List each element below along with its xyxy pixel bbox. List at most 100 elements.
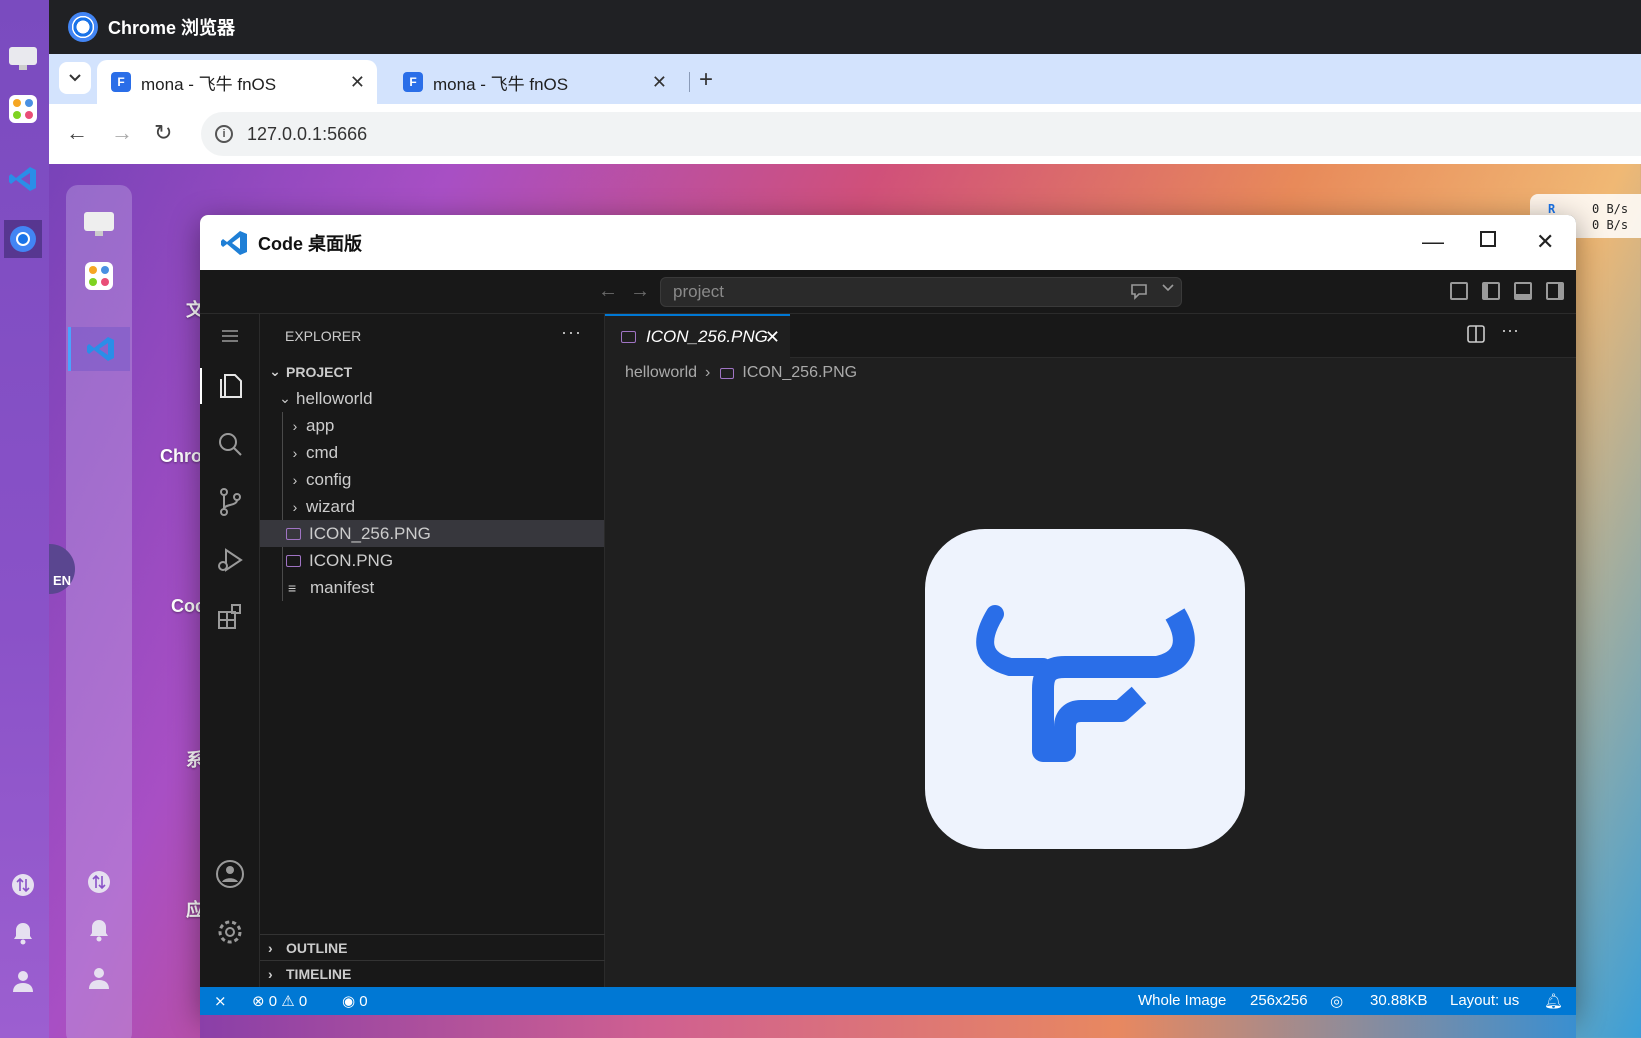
tab-strip: F mona - 飞牛 fnOS ✕ F mona - 飞牛 fnOS ✕ +	[49, 54, 1641, 104]
chrome-icon[interactable]	[4, 220, 42, 258]
url-text[interactable]: 127.0.0.1:5666	[247, 124, 367, 145]
reload-button[interactable]: ↻	[154, 120, 172, 146]
command-bar: ← → project	[200, 270, 1576, 314]
file-label: ICON_256.PNG	[309, 523, 431, 543]
split-editor-icon[interactable]	[1467, 325, 1485, 348]
fnos-bull-logo-icon	[976, 605, 1195, 762]
image-file-icon	[720, 367, 735, 379]
vscode-dock-icon[interactable]	[68, 327, 130, 371]
editor-tab-icon-256[interactable]: ICON_256.PNG ✕	[605, 314, 790, 358]
vscode-icon[interactable]	[4, 160, 42, 198]
close-icon[interactable]: ✕	[765, 327, 780, 348]
chevron-right-icon: ›	[705, 364, 711, 381]
project-section[interactable]: ⌄ PROJECT	[260, 358, 604, 385]
remote-icon[interactable]: ⨯	[214, 992, 227, 1010]
tab-search-button[interactable]	[59, 62, 91, 94]
bell-icon[interactable]: 🔔︎	[1544, 992, 1563, 1010]
search-icon[interactable]	[212, 426, 248, 462]
bell-icon[interactable]	[4, 914, 42, 952]
activity-bar	[200, 314, 260, 987]
nav-forward-icon[interactable]: →	[630, 280, 650, 303]
explorer-sidebar: EXPLORER ··· ⌄ PROJECT ⌄ helloworld › ap…	[260, 314, 605, 987]
keyboard-layout-status[interactable]: Layout: us	[1450, 992, 1519, 1009]
bell-icon[interactable]	[82, 913, 116, 947]
zoom-status[interactable]: Whole Image	[1138, 992, 1226, 1009]
tree-folder-cmd[interactable]: › cmd	[260, 439, 604, 466]
vscode-logo-icon	[221, 230, 247, 255]
new-tab-button[interactable]: +	[699, 66, 713, 94]
copilot-icon[interactable]: ◎	[1330, 992, 1343, 1010]
menu-icon[interactable]	[212, 318, 248, 354]
tab-label: mona - 飞牛 fnOS	[141, 74, 277, 94]
chevron-right-icon: ›	[268, 966, 273, 982]
tab-mona-2[interactable]: F mona - 飞牛 fnOS ✕	[389, 60, 679, 104]
chrome-logo-icon	[68, 12, 98, 42]
breadcrumb-file[interactable]: ICON_256.PNG	[742, 364, 857, 382]
user-icon[interactable]	[4, 962, 42, 1000]
file-size-status[interactable]: 30.88KB	[1370, 992, 1428, 1009]
app-center-icon[interactable]	[4, 90, 42, 128]
gear-icon[interactable]	[212, 914, 248, 950]
status-bar: ⨯ ⊗ 0 ⚠ 0 ◉ 0 Whole Image 256x256 ◎ 30.8…	[200, 987, 1576, 1015]
file-label: manifest	[310, 577, 375, 597]
forward-button[interactable]: →	[111, 120, 133, 146]
tree-folder-wizard[interactable]: › wizard	[260, 493, 604, 520]
back-button[interactable]: ←	[66, 120, 88, 146]
timeline-section[interactable]: › TIMELINE	[260, 960, 605, 987]
outline-section[interactable]: › OUTLINE	[260, 934, 605, 961]
toggle-panel-icon[interactable]	[1514, 282, 1532, 300]
site-info-icon[interactable]: i	[215, 125, 233, 143]
accounts-icon[interactable]	[212, 856, 248, 892]
tree-folder-helloworld[interactable]: ⌄ helloworld	[260, 385, 604, 412]
tab-close-icon[interactable]: ✕	[652, 72, 667, 93]
address-bar[interactable]: i 127.0.0.1:5666	[201, 112, 1641, 156]
code-window: Code 桌面版 — ✕ ← → project EXPLORER ··· ⌄ …	[200, 215, 1576, 1015]
tree-file-icon-256[interactable]: ICON_256.PNG	[260, 520, 604, 547]
toggle-sidebar-icon[interactable]	[1482, 282, 1500, 300]
tree-file-icon[interactable]: ICON.PNG	[260, 547, 604, 574]
helloworld-children: › app › cmd › config › wizard ICON_256.P…	[260, 412, 604, 601]
maximize-button[interactable]	[1480, 227, 1496, 253]
editor-tabs: ICON_256.PNG ✕ ···	[605, 314, 1576, 358]
command-center-search[interactable]: project	[660, 277, 1182, 307]
transfer-icon[interactable]	[82, 865, 116, 899]
breadcrumb-folder[interactable]: helloworld	[625, 364, 697, 382]
ports-indicator[interactable]: ◉ 0	[342, 992, 368, 1010]
close-button[interactable]: ✕	[1536, 229, 1554, 255]
more-actions-icon[interactable]: ···	[561, 322, 582, 343]
tab-close-icon[interactable]: ✕	[350, 72, 365, 93]
desktop-label-chrome[interactable]: Chro	[160, 446, 202, 467]
copilot-chat-icon[interactable]	[1130, 281, 1152, 306]
desktop-icon[interactable]	[82, 207, 116, 241]
desktop-icon[interactable]	[4, 40, 42, 78]
tree-folder-app[interactable]: › app	[260, 412, 604, 439]
toggle-secondary-sidebar-icon[interactable]	[1546, 282, 1564, 300]
tree-file-manifest[interactable]: ≡ manifest	[260, 574, 604, 601]
problems-indicator[interactable]: ⊗ 0 ⚠ 0	[252, 992, 307, 1010]
chevron-down-icon: ⌄	[269, 363, 281, 379]
nav-back-icon[interactable]: ←	[598, 280, 618, 303]
explorer-icon[interactable]	[200, 368, 260, 404]
customize-layout-icon[interactable]	[1450, 282, 1468, 300]
more-actions-icon[interactable]: ···	[1501, 320, 1519, 341]
browser-toolbar: ← → ↻ i 127.0.0.1:5666	[49, 104, 1641, 164]
file-label: ICON.PNG	[309, 550, 394, 570]
app-center-icon[interactable]	[82, 259, 116, 293]
code-titlebar: Code 桌面版 — ✕	[200, 215, 1576, 270]
user-icon[interactable]	[82, 961, 116, 995]
image-size-status[interactable]: 256x256	[1250, 992, 1308, 1009]
extensions-icon[interactable]	[212, 598, 248, 634]
warning-count: 0	[298, 993, 308, 1010]
project-label: PROJECT	[286, 363, 353, 380]
image-file-icon	[621, 331, 636, 343]
chevron-down-icon[interactable]	[1162, 282, 1174, 296]
run-debug-icon[interactable]	[212, 542, 248, 578]
outline-label: OUTLINE	[286, 940, 348, 956]
source-control-icon[interactable]	[212, 484, 248, 520]
tab-mona-1[interactable]: F mona - 飞牛 fnOS ✕	[97, 60, 377, 104]
transfer-icon[interactable]	[4, 866, 42, 904]
minimize-button[interactable]: —	[1422, 229, 1444, 255]
tree-folder-config[interactable]: › config	[260, 466, 604, 493]
warning-icon: ⚠	[281, 993, 295, 1010]
image-preview[interactable]	[925, 529, 1245, 849]
